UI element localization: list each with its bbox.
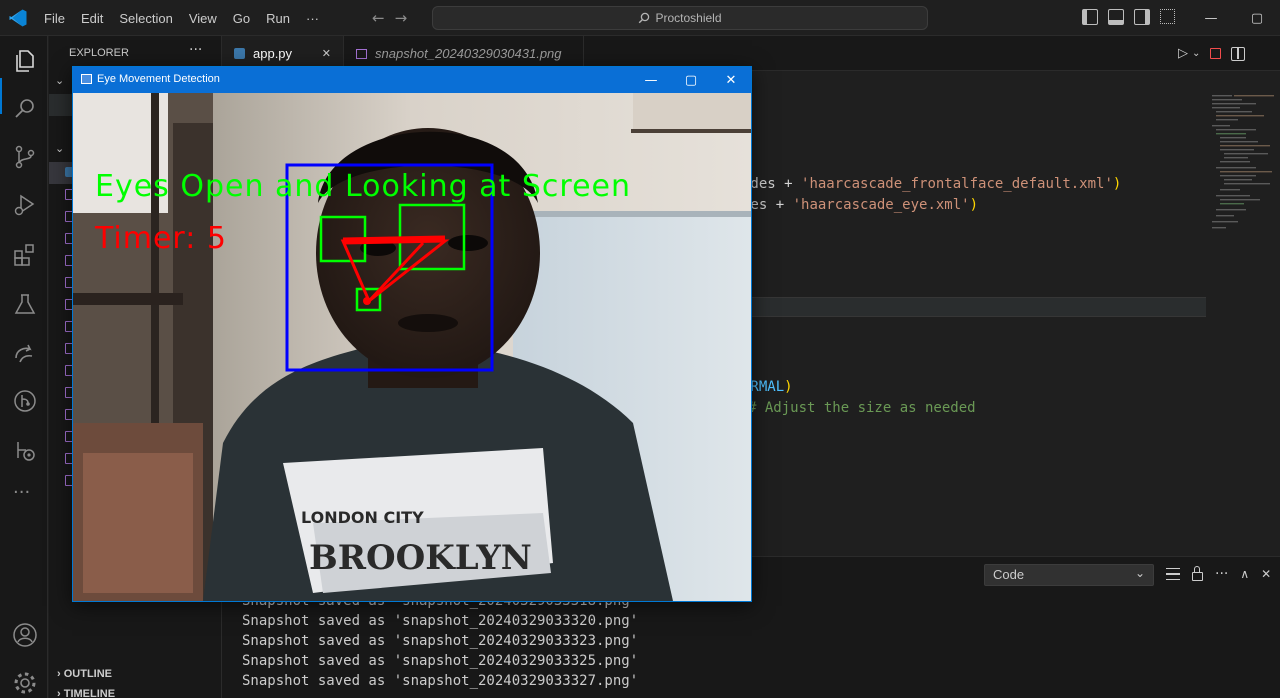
close-icon[interactable]: ✕ — [322, 47, 331, 60]
command-center[interactable]: Proctoshield — [432, 6, 928, 30]
gaze-line — [342, 235, 446, 245]
split-editor-icon[interactable] — [1231, 46, 1246, 61]
camera-window-title: Eye Movement Detection — [97, 73, 220, 85]
nav-arrows: ← → — [372, 9, 407, 27]
more-views-icon[interactable]: ··· — [13, 482, 30, 503]
chevron-right-icon: › — [57, 688, 61, 698]
forward-arrow-icon[interactable]: → — [395, 9, 408, 27]
minimap[interactable] — [1210, 93, 1280, 233]
menu-selection[interactable]: Selection — [111, 11, 180, 26]
code-line: ades + 'haarcascade_frontalface_default.… — [742, 176, 1122, 192]
chevron-down-icon[interactable]: ⌄ — [1192, 48, 1200, 59]
extensions-icon[interactable] — [12, 242, 38, 268]
active-indicator — [0, 78, 2, 114]
menu-bar: File Edit Selection View Go Run ··· — [36, 0, 327, 36]
webcam-frame: LONDON CITY BROOKLYN Eyes Open and Looki… — [73, 93, 751, 601]
lock-icon[interactable] — [1192, 565, 1203, 581]
current-line-highlight — [748, 297, 1206, 317]
title-bar: File Edit Selection View Go Run ··· ← → … — [0, 0, 1280, 36]
eye-status-text: Eyes Open and Looking at Screen — [95, 169, 631, 204]
code-line: des + 'haarcascade_eye.xml') — [742, 197, 979, 213]
run-play-icon[interactable]: ▷ — [1178, 46, 1188, 61]
explorer-title: EXPLORER — [69, 47, 129, 59]
outline-label: OUTLINE — [63, 668, 113, 680]
run-debug-icon[interactable] — [12, 192, 38, 218]
code-comment: # Adjust the size as needed — [748, 400, 976, 416]
search-icon[interactable] — [12, 96, 38, 122]
menu-run[interactable]: Run — [258, 11, 298, 26]
shirt-text-line2: BROOKLYN — [309, 538, 532, 578]
menu-view[interactable]: View — [181, 11, 225, 26]
timer-text: Timer: 5 — [95, 221, 227, 256]
tab-label: snapshot_20240329030431.png — [375, 46, 562, 61]
shirt-text-line1: LONDON CITY — [301, 508, 424, 527]
camera-close-button[interactable]: ✕ — [711, 67, 751, 93]
maximize-button[interactable]: ▢ — [1234, 0, 1280, 36]
terminal-line: Snapshot saved as 'snapshot_202403290333… — [242, 653, 639, 669]
accounts-icon[interactable] — [12, 622, 38, 648]
image-file-icon — [356, 48, 367, 59]
timeline-section-header[interactable]: › TIMELINE — [57, 688, 115, 698]
explorer-icon[interactable] — [12, 48, 38, 74]
output-channel-select[interactable]: Code ⌄ — [984, 564, 1154, 586]
app-window-icon — [81, 74, 92, 84]
explorer-more-actions[interactable]: ··· — [189, 42, 202, 58]
source-control-icon[interactable] — [12, 144, 38, 170]
menu-go[interactable]: Go — [225, 11, 258, 26]
activity-bar: ··· — [0, 36, 48, 698]
testing-icon[interactable] — [12, 292, 38, 318]
stop-icon[interactable] — [1210, 48, 1222, 59]
toggle-primary-sidebar-icon[interactable] — [1082, 9, 1098, 25]
manage-gear-icon[interactable] — [12, 670, 38, 696]
chevron-down-icon: ⌄ — [1134, 566, 1145, 580]
terminal-line: Snapshot saved as 'snapshot_202403290333… — [242, 633, 639, 649]
chevron-right-icon: › — [57, 668, 61, 680]
close-panel-icon[interactable]: ✕ — [1261, 567, 1271, 581]
menu-file[interactable]: File — [36, 11, 73, 26]
camera-minimize-button[interactable]: — — [631, 67, 671, 93]
camera-title-bar[interactable]: Eye Movement Detection — ▢ ✕ — [73, 67, 751, 93]
chevron-down-icon: ⌄ — [55, 74, 65, 87]
docker-icon[interactable] — [12, 438, 38, 464]
menu-more[interactable]: ··· — [298, 11, 327, 26]
camera-maximize-button[interactable]: ▢ — [671, 67, 711, 93]
vscode-logo-icon — [9, 9, 27, 27]
eye-detection-window[interactable]: Eye Movement Detection — ▢ ✕ LONDON CITY… — [72, 66, 752, 602]
search-icon — [639, 12, 650, 24]
toggle-panel-icon[interactable] — [1108, 9, 1124, 25]
menu-edit[interactable]: Edit — [73, 11, 111, 26]
layout-controls — [1082, 9, 1175, 25]
editor-actions: ▷ ⌄ — [1178, 46, 1246, 61]
customize-layout-icon[interactable] — [1160, 9, 1175, 24]
remote-explorer-icon[interactable] — [12, 340, 38, 366]
toggle-secondary-sidebar-icon[interactable] — [1134, 9, 1150, 25]
terminal-line: Snapshot saved as 'snapshot_202403290333… — [242, 673, 639, 689]
vscode-window: File Edit Selection View Go Run ··· ← → … — [0, 0, 1280, 698]
select-value: Code — [993, 567, 1025, 582]
gaze-point — [363, 297, 371, 305]
back-arrow-icon[interactable]: ← — [372, 9, 385, 27]
chevron-down-icon: ⌄ — [55, 142, 65, 155]
minimize-button[interactable]: — — [1188, 0, 1234, 36]
more-actions-icon[interactable]: ··· — [1215, 566, 1228, 582]
python-file-icon — [234, 48, 245, 59]
timeline-label: TIMELINE — [63, 688, 116, 698]
command-center-label: Proctoshield — [655, 11, 722, 25]
terminal-line: Snapshot saved as 'snapshot_202403290333… — [242, 613, 639, 629]
maximize-panel-icon[interactable]: ∧ — [1240, 567, 1249, 581]
panel-actions: ··· ∧ ✕ — [1166, 565, 1271, 582]
outline-section-header[interactable]: › OUTLINE — [57, 668, 112, 680]
tab-label: app.py — [253, 46, 293, 61]
git-graph-icon[interactable] — [12, 388, 38, 414]
clear-output-icon[interactable] — [1166, 568, 1180, 580]
